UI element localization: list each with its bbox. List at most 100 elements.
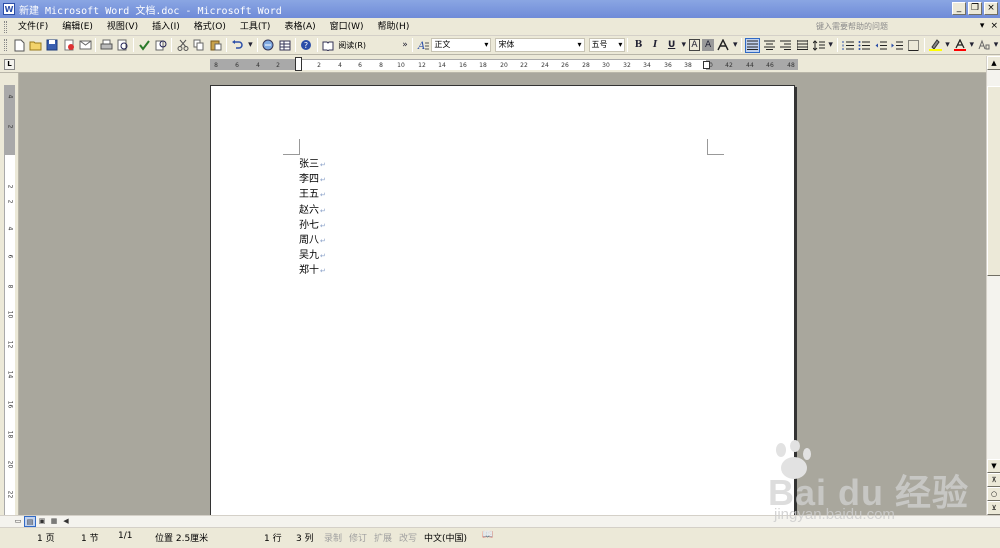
document-line[interactable]: 吴九↵: [299, 248, 326, 263]
styles-pane-icon[interactable]: A: [416, 38, 431, 53]
undo-dropdown-icon[interactable]: ▾: [246, 38, 254, 53]
document-line[interactable]: 李四↵: [299, 172, 326, 187]
copy-icon[interactable]: [192, 38, 207, 53]
status-overtype[interactable]: 改写: [399, 531, 417, 544]
horizontal-ruler[interactable]: 8 6 4 2 2 4 6 8 10 12 14 16 18 20 22 24 …: [210, 57, 798, 71]
left-indent-marker[interactable]: [295, 57, 302, 71]
save-icon[interactable]: [45, 38, 60, 53]
new-document-icon[interactable]: [12, 38, 27, 53]
toolbar-grip-handle[interactable]: [4, 39, 7, 51]
status-extend[interactable]: 扩展: [374, 531, 392, 544]
distributed-align-icon[interactable]: [795, 38, 810, 53]
email-icon[interactable]: [78, 38, 93, 53]
line-spacing-dropdown-icon[interactable]: ▾: [828, 38, 834, 53]
minimize-button[interactable]: _: [952, 2, 966, 15]
menu-file[interactable]: 文件(F): [11, 19, 55, 35]
reading-layout-icon[interactable]: [321, 38, 336, 53]
print-preview-icon[interactable]: [116, 38, 131, 53]
style-combo[interactable]: 正文: [431, 38, 492, 52]
font-size-combo[interactable]: 五号: [588, 38, 626, 52]
help-dropdown-icon[interactable]: ▾: [980, 21, 985, 31]
font-color-icon[interactable]: [952, 38, 967, 53]
normal-view-icon[interactable]: ▭: [12, 516, 24, 527]
char-shading-icon[interactable]: A: [702, 39, 714, 51]
document-line[interactable]: 赵六↵: [299, 203, 326, 218]
menu-tools[interactable]: 工具(T): [233, 19, 278, 35]
select-browse-object-button[interactable]: ○: [987, 487, 1000, 501]
menu-edit[interactable]: 编辑(E): [55, 19, 100, 35]
font-color-dropdown-icon[interactable]: ▾: [969, 38, 975, 53]
menu-table[interactable]: 表格(A): [277, 19, 322, 35]
close-button[interactable]: ×: [984, 2, 998, 15]
scroll-down-button[interactable]: ▼: [987, 459, 1000, 473]
char-border-icon[interactable]: A: [688, 39, 701, 51]
paste-icon[interactable]: [208, 38, 223, 53]
document-page[interactable]: 张三↵ 李四↵ 王五↵ 赵六↵ 孙七↵ 周八↵ 吴九↵ 郑十↵: [210, 85, 795, 515]
bold-button[interactable]: B: [631, 38, 646, 53]
next-page-button[interactable]: ⊻: [987, 501, 1000, 515]
document-line[interactable]: 孙七↵: [299, 218, 326, 233]
bullets-icon[interactable]: [857, 38, 872, 53]
vertical-scrollbar[interactable]: ▲ ▼ ⊼ ○ ⊻: [986, 56, 1000, 515]
help-icon[interactable]: ?: [299, 38, 314, 53]
spelling-status-icon[interactable]: 📖: [482, 530, 493, 540]
menu-grip-handle[interactable]: [4, 20, 7, 33]
menu-help[interactable]: 帮助(H): [371, 19, 417, 35]
open-folder-icon[interactable]: [28, 38, 43, 53]
help-question-input[interactable]: 键入需要帮助的问题: [816, 20, 956, 34]
print-layout-icon[interactable]: ▣: [36, 516, 48, 527]
document-line[interactable]: 周八↵: [299, 233, 326, 248]
highlight-icon[interactable]: [928, 38, 943, 53]
word-app-icon[interactable]: W: [3, 3, 15, 15]
print-icon[interactable]: [99, 38, 114, 53]
cut-icon[interactable]: [175, 38, 190, 53]
align-center-icon[interactable]: [762, 38, 777, 53]
horizontal-scrollbar[interactable]: ▭ ▤ ▣ ▦ ◀: [0, 515, 1000, 527]
underline-button[interactable]: U: [664, 38, 679, 53]
highlight-dropdown-icon[interactable]: ▾: [945, 38, 951, 53]
font-combo[interactable]: 宋体: [495, 38, 585, 52]
menu-format[interactable]: 格式(O): [187, 19, 233, 35]
increase-indent-icon[interactable]: [890, 38, 905, 53]
scroll-left-icon[interactable]: ◀: [60, 516, 72, 527]
close-document-icon[interactable]: ×: [990, 21, 998, 31]
reading-button[interactable]: 阅读(R): [336, 40, 400, 51]
spelling-check-icon[interactable]: [137, 38, 152, 53]
toolbar-options-icon[interactable]: »: [401, 38, 409, 53]
status-revise[interactable]: 修订: [349, 531, 367, 544]
italic-button[interactable]: I: [648, 38, 663, 53]
outline-view-icon[interactable]: ▦: [48, 516, 60, 527]
outside-border-icon[interactable]: [907, 38, 922, 53]
change-case-icon[interactable]: [977, 38, 992, 53]
underline-dropdown-icon[interactable]: ▾: [681, 38, 687, 53]
hyperlink-icon[interactable]: [261, 38, 276, 53]
decrease-indent-icon[interactable]: [874, 38, 889, 53]
permission-icon[interactable]: [61, 38, 76, 53]
menu-insert[interactable]: 插入(I): [145, 19, 187, 35]
scroll-up-button[interactable]: ▲: [987, 56, 1000, 70]
menu-view[interactable]: 视图(V): [100, 19, 145, 35]
align-justify-icon[interactable]: [745, 37, 760, 53]
scale-dropdown-icon[interactable]: ▾: [732, 38, 738, 53]
vertical-scroll-thumb[interactable]: [987, 86, 1000, 276]
right-indent-marker[interactable]: [703, 61, 710, 69]
line-spacing-icon[interactable]: [811, 38, 826, 53]
document-line[interactable]: 张三↵: [299, 157, 326, 172]
document-line[interactable]: 王五↵: [299, 187, 326, 202]
char-scale-icon[interactable]: [716, 38, 731, 53]
status-record[interactable]: 录制: [324, 531, 342, 544]
research-icon[interactable]: [154, 38, 169, 53]
toolbar-more-icon[interactable]: ▾: [993, 38, 999, 53]
numbering-icon[interactable]: [841, 38, 856, 53]
tab-stop-selector[interactable]: L: [4, 59, 15, 70]
menu-window[interactable]: 窗口(W): [323, 19, 371, 35]
document-body[interactable]: 张三↵ 李四↵ 王五↵ 赵六↵ 孙七↵ 周八↵ 吴九↵ 郑十↵: [299, 157, 326, 279]
align-right-icon[interactable]: [778, 38, 793, 53]
table-icon[interactable]: [278, 38, 293, 53]
undo-icon[interactable]: [230, 38, 245, 53]
document-line[interactable]: 郑十↵: [299, 263, 326, 278]
previous-page-button[interactable]: ⊼: [987, 473, 1000, 487]
restore-button[interactable]: ❐: [968, 2, 982, 15]
vertical-ruler[interactable]: 4 2 2 2 4 6 8 10 12 14 16 18 20 22: [0, 73, 19, 515]
web-view-icon[interactable]: ▤: [24, 516, 36, 527]
